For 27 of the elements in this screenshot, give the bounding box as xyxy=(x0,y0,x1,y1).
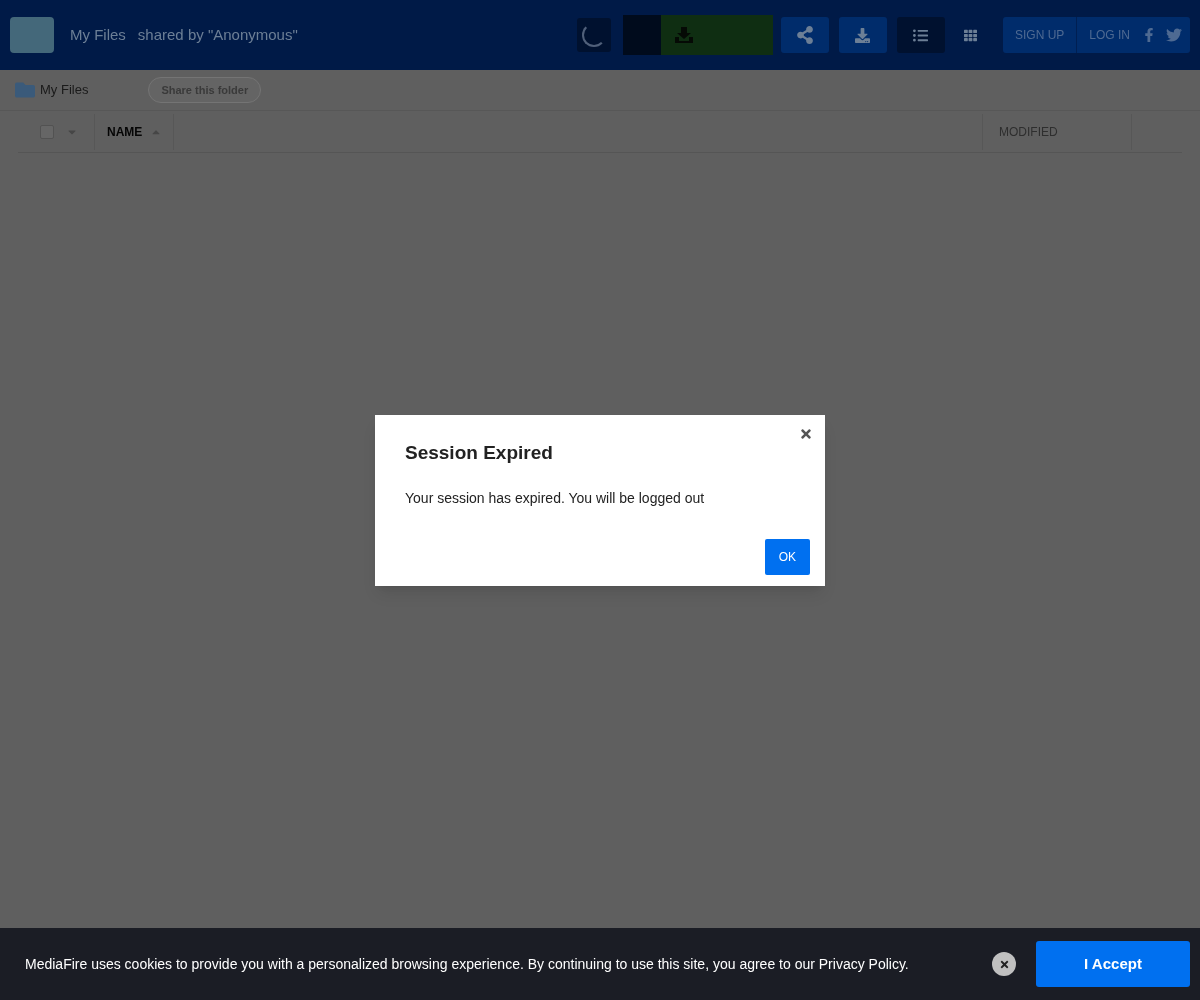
download-icon xyxy=(855,27,871,43)
share-icon xyxy=(795,26,814,44)
list-view-button[interactable] xyxy=(896,17,945,53)
breadcrumb-folder[interactable]: My Files xyxy=(40,80,89,100)
dialog-title: Session Expired xyxy=(405,441,554,465)
dialog-message: Your session has expired. You will be logged out xyxy=(405,488,706,508)
column-header[interactable]: NAME xyxy=(107,122,143,141)
download-button[interactable] xyxy=(838,17,887,53)
dismiss-button[interactable] xyxy=(992,952,1016,976)
log-in-button[interactable]: LOG IN xyxy=(1077,17,1142,53)
share-button[interactable] xyxy=(780,17,829,53)
sign-up-button[interactable]: SIGN UP xyxy=(1002,17,1078,53)
ok-button[interactable]: OK xyxy=(764,538,810,575)
twitter-icon[interactable] xyxy=(1166,27,1182,43)
download-tray-icon xyxy=(674,27,693,43)
folder-icon xyxy=(15,80,35,100)
close-icon xyxy=(998,958,1010,970)
header-title: My Files xyxy=(70,24,126,45)
accept-button[interactable]: I Accept xyxy=(1036,941,1190,987)
grid-icon xyxy=(964,28,978,42)
close-icon xyxy=(799,427,813,441)
cookie-message: MediaFire uses cookies to provide you with a personalized browsing experience. By continuing to use this site, you agree to our Privacy Policy. xyxy=(25,954,910,974)
spinner-icon xyxy=(576,18,611,52)
list-icon xyxy=(913,27,929,43)
shared-by-text: shared by "Anonymous" xyxy=(137,24,298,45)
facebook-icon[interactable] xyxy=(1142,28,1156,42)
close-button[interactable] xyxy=(799,427,813,441)
